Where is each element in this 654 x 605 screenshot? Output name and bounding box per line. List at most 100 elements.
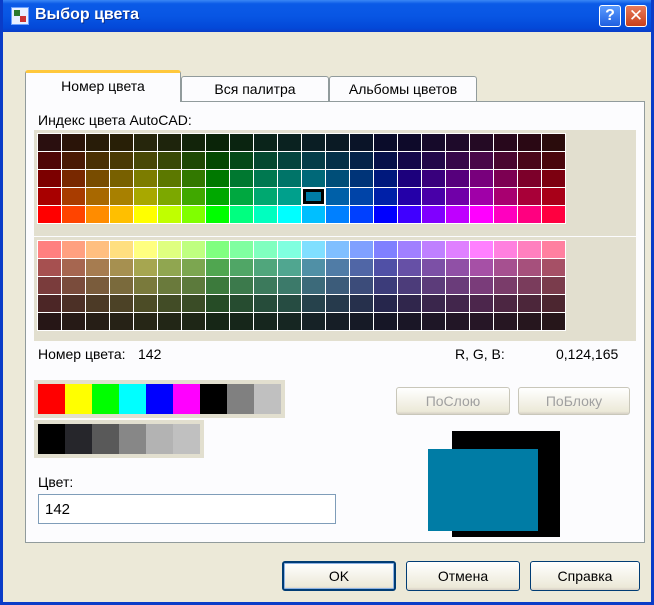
color-cell[interactable]	[86, 277, 109, 294]
color-cell[interactable]	[326, 277, 349, 294]
color-cell[interactable]	[350, 170, 373, 187]
cancel-button[interactable]: Отмена	[406, 561, 520, 591]
color-cell[interactable]	[254, 206, 277, 223]
color-cell[interactable]	[86, 206, 109, 223]
color-cell[interactable]	[86, 152, 109, 169]
color-cell[interactable]	[518, 188, 541, 205]
color-cell[interactable]	[494, 188, 517, 205]
color-cell[interactable]	[302, 206, 325, 223]
color-cell[interactable]	[62, 170, 85, 187]
color-cell[interactable]	[110, 295, 133, 312]
color-cell[interactable]	[278, 241, 301, 258]
color-cell[interactable]	[422, 134, 445, 151]
color-cell[interactable]	[38, 277, 61, 294]
help-titlebar-button[interactable]: ?	[599, 5, 621, 27]
color-cell[interactable]	[350, 259, 373, 276]
color-cell[interactable]	[254, 152, 277, 169]
color-cell[interactable]	[62, 152, 85, 169]
color-cell[interactable]	[470, 170, 493, 187]
color-cell[interactable]	[398, 259, 421, 276]
color-cell[interactable]	[182, 277, 205, 294]
color-cell[interactable]	[254, 295, 277, 312]
color-cell[interactable]	[302, 259, 325, 276]
color-cell[interactable]	[230, 313, 253, 330]
color-cell[interactable]	[158, 295, 181, 312]
color-cell[interactable]	[542, 170, 565, 187]
color-cell[interactable]	[110, 206, 133, 223]
color-cell[interactable]	[518, 259, 541, 276]
color-cell[interactable]	[86, 241, 109, 258]
color-cell[interactable]	[374, 277, 397, 294]
color-cell[interactable]	[494, 277, 517, 294]
color-cell[interactable]	[422, 206, 445, 223]
color-cell[interactable]	[422, 188, 445, 205]
color-cell[interactable]	[86, 313, 109, 330]
color-cell[interactable]	[398, 152, 421, 169]
color-cell[interactable]	[398, 295, 421, 312]
color-cell[interactable]	[446, 277, 469, 294]
color-cell[interactable]	[518, 170, 541, 187]
byblock-button[interactable]: ПоБлоку	[518, 387, 630, 415]
color-cell[interactable]	[206, 134, 229, 151]
color-cell[interactable]	[230, 206, 253, 223]
color-cell[interactable]	[494, 241, 517, 258]
color-cell[interactable]	[422, 152, 445, 169]
color-cell[interactable]	[278, 170, 301, 187]
color-cell[interactable]	[62, 277, 85, 294]
color-cell[interactable]	[254, 170, 277, 187]
color-cell[interactable]	[350, 206, 373, 223]
color-swatch[interactable]	[146, 424, 173, 454]
color-cell[interactable]	[374, 241, 397, 258]
color-cell[interactable]	[38, 295, 61, 312]
color-cell[interactable]	[206, 152, 229, 169]
color-cell[interactable]	[422, 241, 445, 258]
color-cell[interactable]	[278, 188, 301, 205]
color-swatch[interactable]	[65, 384, 92, 414]
color-swatch[interactable]	[92, 384, 119, 414]
color-cell[interactable]	[494, 206, 517, 223]
color-cell[interactable]	[302, 188, 325, 205]
color-cell[interactable]	[134, 295, 157, 312]
color-cell[interactable]	[542, 206, 565, 223]
color-cell[interactable]	[278, 277, 301, 294]
color-cell[interactable]	[446, 170, 469, 187]
color-cell[interactable]	[350, 295, 373, 312]
color-cell[interactable]	[446, 188, 469, 205]
color-swatch[interactable]	[173, 424, 200, 454]
color-cell[interactable]	[494, 313, 517, 330]
color-cell[interactable]	[134, 313, 157, 330]
color-cell[interactable]	[350, 313, 373, 330]
color-cell[interactable]	[494, 134, 517, 151]
color-cell[interactable]	[134, 170, 157, 187]
color-cell[interactable]	[278, 259, 301, 276]
color-cell[interactable]	[38, 170, 61, 187]
color-cell[interactable]	[110, 152, 133, 169]
color-cell[interactable]	[374, 134, 397, 151]
color-cell[interactable]	[278, 313, 301, 330]
color-cell[interactable]	[542, 134, 565, 151]
color-cell[interactable]	[38, 206, 61, 223]
color-cell[interactable]	[398, 313, 421, 330]
color-cell[interactable]	[182, 134, 205, 151]
color-cell[interactable]	[158, 259, 181, 276]
color-cell[interactable]	[326, 206, 349, 223]
color-cell[interactable]	[158, 188, 181, 205]
color-cell[interactable]	[134, 206, 157, 223]
color-cell[interactable]	[518, 134, 541, 151]
color-cell[interactable]	[518, 295, 541, 312]
color-cell[interactable]	[518, 241, 541, 258]
color-cell[interactable]	[446, 134, 469, 151]
color-cell[interactable]	[38, 313, 61, 330]
color-cell[interactable]	[374, 259, 397, 276]
color-cell[interactable]	[230, 170, 253, 187]
color-cell[interactable]	[158, 206, 181, 223]
color-cell[interactable]	[374, 206, 397, 223]
color-cell[interactable]	[182, 241, 205, 258]
color-cell[interactable]	[38, 152, 61, 169]
color-cell[interactable]	[302, 295, 325, 312]
color-cell[interactable]	[182, 170, 205, 187]
color-cell[interactable]	[326, 295, 349, 312]
title-bar[interactable]: Выбор цвета ? ✕	[3, 0, 651, 32]
color-cell[interactable]	[326, 134, 349, 151]
color-swatch[interactable]	[254, 384, 281, 414]
